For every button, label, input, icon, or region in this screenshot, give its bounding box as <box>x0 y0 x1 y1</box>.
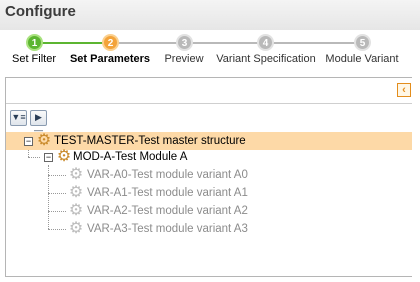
tree-node-variant[interactable]: ⚙ VAR-A3-Test module variant A3 <box>6 220 412 238</box>
step-4-circle: 4 <box>257 34 274 51</box>
step-3-label: Preview <box>164 53 204 65</box>
page-title: Configure <box>5 3 76 20</box>
variant-gear-icon: ⚙ <box>68 220 84 237</box>
variant-gear-icon: ⚙ <box>68 184 84 201</box>
module-gear-icon: ⚙ <box>56 148 72 165</box>
tree-node-label: VAR-A0-Test module variant A0 <box>87 169 248 181</box>
wizard-progress-line <box>35 42 111 44</box>
collapse-left-icon[interactable]: ‹ <box>397 83 411 97</box>
wizard-remaining-line <box>111 42 363 44</box>
collapse-toggle-icon[interactable]: − <box>24 137 33 146</box>
tree-toolbar: ▼≡ ▶— <box>6 104 412 135</box>
wizard-steps: 1 Set Filter 2 Set Parameters 3 Preview … <box>0 30 420 70</box>
tree-node-label: VAR-A3-Test module variant A3 <box>87 223 248 235</box>
structure-panel: ‹ ▼≡ ▶— − ⚙ TEST-MASTER-Test master stru… <box>5 77 412 277</box>
variant-gear-icon: ⚙ <box>68 166 84 183</box>
expand-all-icon[interactable]: ▼≡ <box>10 110 27 126</box>
step-5-circle: 5 <box>354 34 371 51</box>
tree-node-variant[interactable]: ⚙ VAR-A2-Test module variant A2 <box>6 202 412 220</box>
collapse-toggle-icon[interactable]: − <box>44 153 53 162</box>
tree-node-label: VAR-A2-Test module variant A2 <box>87 205 248 217</box>
step-4-label: Variant Specification <box>216 53 316 65</box>
step-5-label: Module Variant <box>325 53 399 65</box>
tree-node-label: MOD-A-Test Module A <box>73 151 188 163</box>
step-3-circle: 3 <box>176 34 193 51</box>
tree-node-variant[interactable]: ⚙ VAR-A1-Test module variant A1 <box>6 184 412 202</box>
variant-gear-icon: ⚙ <box>68 202 84 219</box>
collapse-all-icon[interactable]: ▶— <box>30 110 47 135</box>
tree-node-module[interactable]: − ⚙ MOD-A-Test Module A <box>6 148 412 166</box>
panel-header: ‹ <box>6 78 412 104</box>
step-2-label: Set Parameters <box>69 53 151 65</box>
tree-node-label: VAR-A1-Test module variant A1 <box>87 187 248 199</box>
step-2-circle: 2 <box>102 34 119 51</box>
top-bar: Configure <box>0 0 420 30</box>
tree-node-variant[interactable]: ⚙ VAR-A0-Test module variant A0 <box>6 166 412 184</box>
step-1-circle: 1 <box>26 34 43 51</box>
step-1-label: Set Filter <box>11 53 57 65</box>
